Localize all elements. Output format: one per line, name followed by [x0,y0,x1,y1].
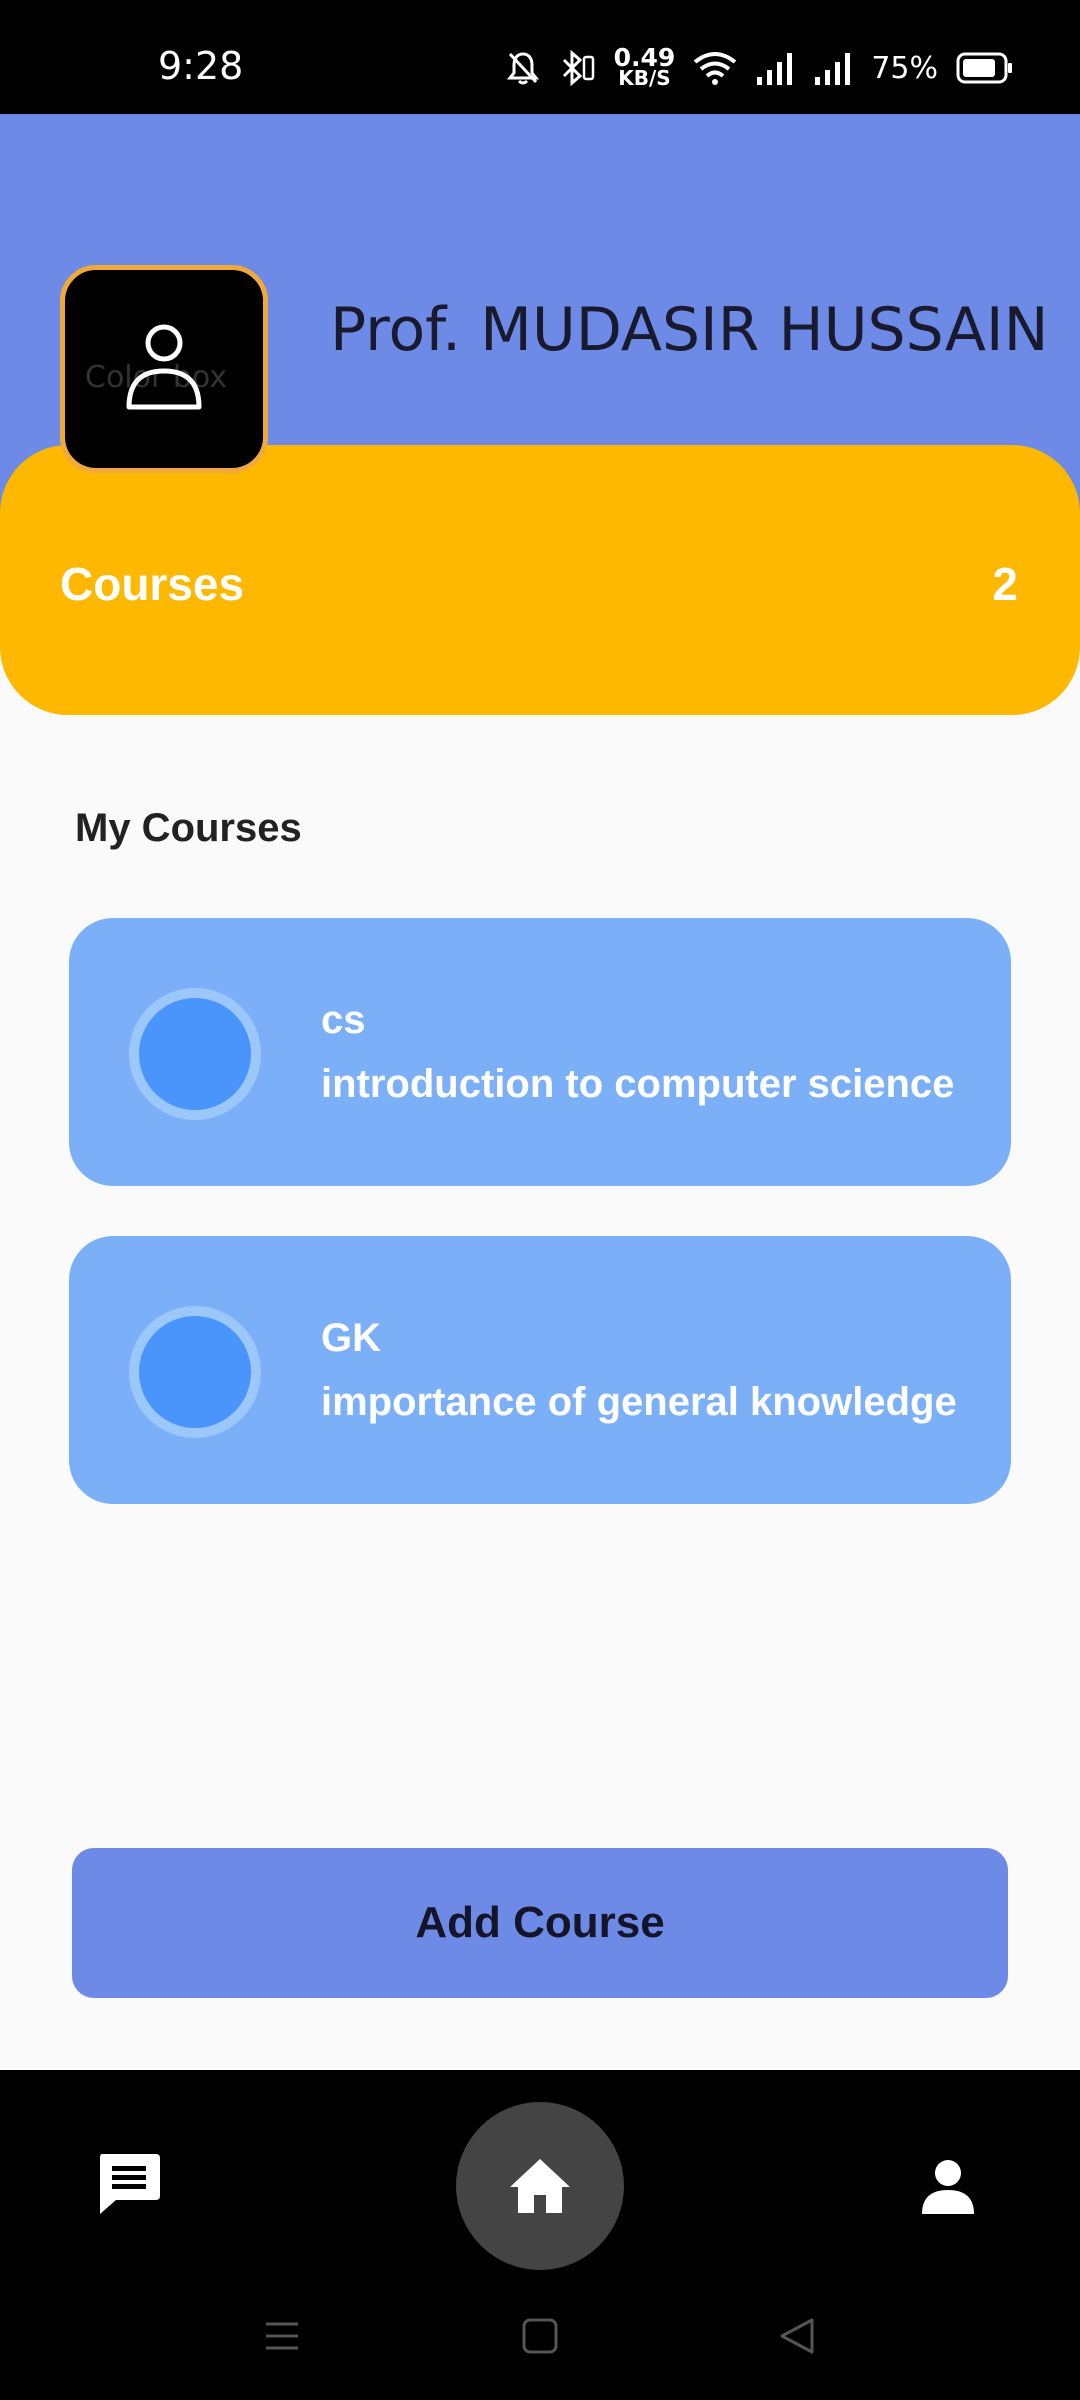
home-button[interactable] [456,2102,624,2270]
course-card[interactable]: cs introduction to computer science [69,918,1011,1186]
net-speed-value: 0.49 [613,43,676,72]
course-description: introduction to computer science [321,1062,955,1106]
status-bar: 9:28 0.49 KB/S 75% [0,0,1080,114]
course-code: GK [321,1316,381,1360]
net-speed: 0.49 KB/S [613,43,676,90]
back-icon[interactable] [774,2312,822,2360]
net-speed-unit: KB/S [618,66,671,90]
status-icons: 0.49 KB/S 75% [506,44,1014,92]
profile-icon[interactable] [918,2156,978,2216]
chat-icon[interactable] [94,2150,164,2220]
course-description: importance of general knowledge [321,1380,957,1424]
courses-summary-count: 2 [992,558,1018,610]
signal-icon [757,53,793,85]
battery-percent: 75% [871,50,938,86]
add-course-button[interactable]: Add Course [72,1848,1008,1998]
status-time: 9:28 [158,44,244,88]
course-card[interactable]: GK importance of general knowledge [69,1236,1011,1504]
professor-name: Prof. MUDASIR HUSSAIN [330,295,1049,365]
course-avatar-icon [129,988,261,1120]
course-code: cs [321,998,366,1042]
signal-icon [815,53,851,85]
avatar[interactable]: Color box [60,265,268,473]
course-avatar-icon [129,1306,261,1438]
system-nav-bar [0,2300,1080,2370]
bluetooth-icon [562,49,594,87]
bell-muted-icon [506,52,539,85]
wifi-icon [694,52,737,85]
menu-icon[interactable] [258,2312,306,2360]
person-icon [126,324,202,410]
square-home-icon[interactable] [516,2312,564,2360]
courses-summary-label: Courses [60,558,245,610]
courses-summary-card: Courses 2 [0,445,1080,715]
battery-icon [956,52,1012,84]
home-icon [510,2159,570,2213]
my-courses-title: My Courses [75,806,302,850]
